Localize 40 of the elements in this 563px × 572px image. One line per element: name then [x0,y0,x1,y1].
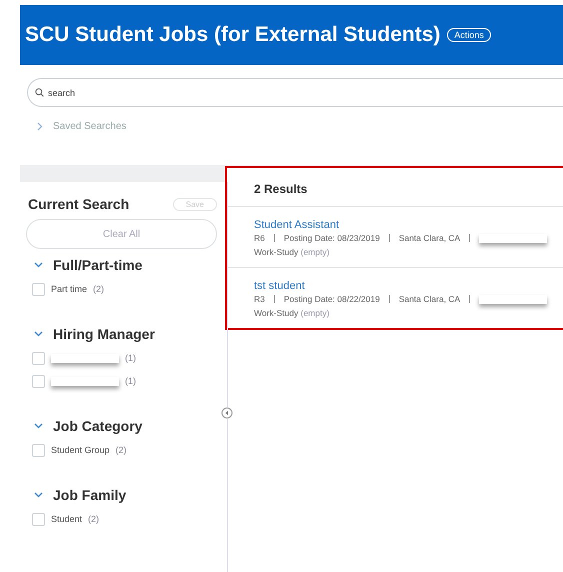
work-study-text: Work-Study (empty) [254,308,330,318]
checkbox[interactable] [32,352,45,364]
facet-title[interactable]: Full/Part-time [53,257,142,273]
option-count: (2) [116,445,127,455]
option-count: (2) [88,514,100,524]
chevron-down-icon[interactable] [34,331,43,337]
checkbox[interactable] [32,374,45,388]
facet-title[interactable]: Job Category [53,418,142,434]
results-count: 2 Results [227,168,563,207]
collapse-icon[interactable] [221,407,233,419]
actions-button[interactable]: Actions [447,28,491,42]
search-field[interactable]: search [27,78,563,107]
job-title-link[interactable]: Student Assistant [254,219,563,231]
chevron-down-icon[interactable] [34,423,43,429]
facet-title[interactable]: Hiring Manager [53,326,155,342]
checkbox[interactable] [32,444,45,456]
chevron-right-icon[interactable] [37,122,43,131]
work-study-text: Work-Study (empty) [254,247,330,257]
job-meta: Santa Clara, CA [398,233,460,243]
job-meta: Santa Clara, CA [398,294,460,304]
option-count: (2) [93,284,104,294]
option-label: Student Group [51,445,110,455]
option-count: (1) [125,353,136,363]
redaction-bar [51,376,119,386]
option-label: Student [51,514,82,524]
chevron-down-icon[interactable] [34,262,43,268]
checkbox[interactable] [32,282,45,296]
page-title: SCU Student Jobs (for External Students) [25,23,440,47]
job-meta: Posting Date: 08/23/2019 [284,233,380,243]
section-title: Current Search [28,196,130,212]
chevron-down-icon[interactable] [34,492,43,498]
job-meta: R6 [254,233,265,243]
option-label: Part time [51,284,88,294]
job-meta: Posting Date: 08/22/2019 [284,294,380,304]
facet-title[interactable]: Job Family [53,487,126,503]
job-title-link[interactable]: tst student [254,280,563,292]
redaction-bar [51,354,119,362]
job-meta: R3 [254,294,265,304]
checkbox[interactable] [32,512,45,526]
option-count: (1) [125,376,136,386]
